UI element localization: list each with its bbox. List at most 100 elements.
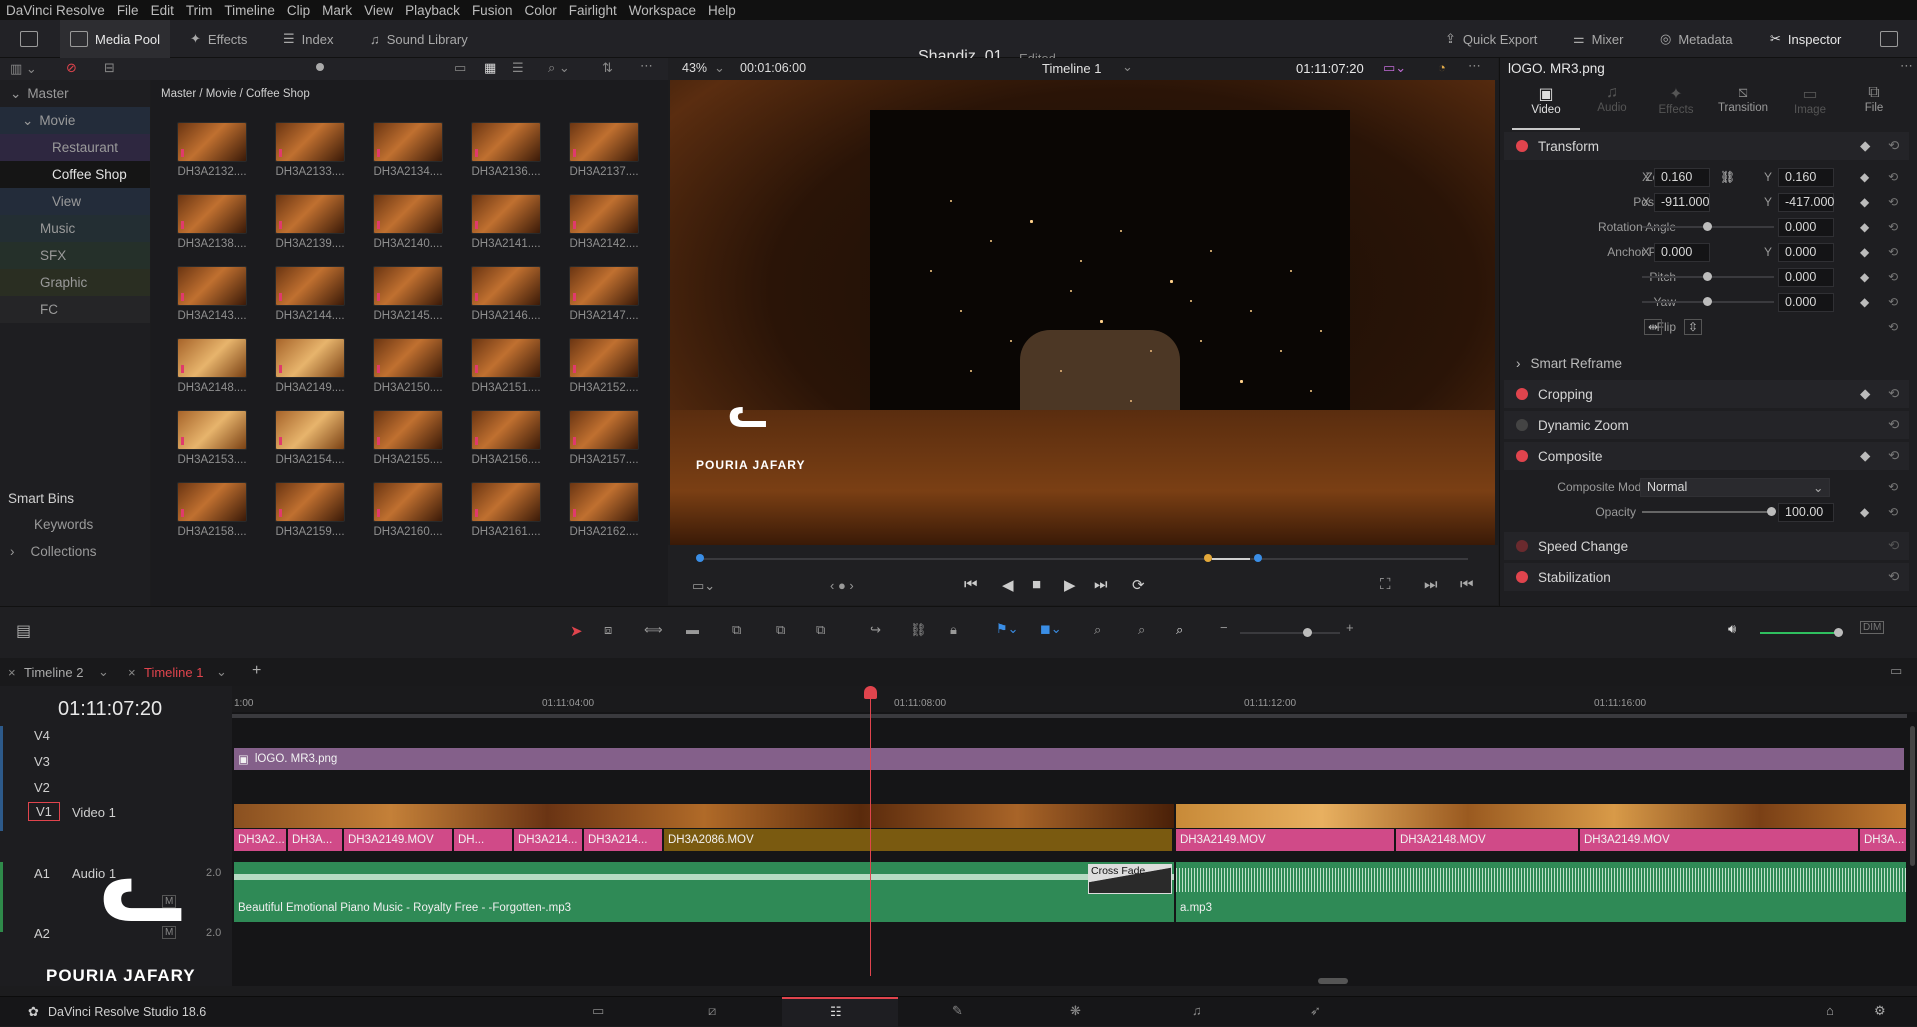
- chevron-down-icon[interactable]: ⌄: [216, 664, 227, 680]
- more-options-icon[interactable]: ⋯: [1468, 58, 1481, 74]
- composite-mode-select[interactable]: Normal ⌄: [1640, 477, 1830, 497]
- clip-thumbnail[interactable]: [471, 482, 541, 522]
- reset-icon[interactable]: ⟲: [1888, 245, 1898, 259]
- tab-timeline-2[interactable]: Timeline 2: [24, 665, 83, 680]
- bin-movie[interactable]: ⌄ Movie: [0, 107, 150, 134]
- clip-thumbnail[interactable]: [373, 338, 443, 378]
- keyframe-icon[interactable]: ◆: [1860, 505, 1869, 519]
- snapping-icon[interactable]: ↪: [870, 622, 881, 638]
- zoom-custom-icon[interactable]: ⌕: [1176, 622, 1183, 638]
- zoom-detail-icon[interactable]: ⌕: [1138, 622, 1145, 638]
- tab-transition[interactable]: ⧅ Transition: [1708, 84, 1778, 130]
- reset-icon[interactable]: ⟲: [1888, 386, 1899, 402]
- trim-tool-icon[interactable]: ⧈: [604, 622, 612, 638]
- v1-clip[interactable]: DH3A2149.MOV: [1580, 829, 1858, 851]
- reset-icon[interactable]: ⟲: [1888, 538, 1899, 554]
- v1-clip[interactable]: DH3A214...: [584, 829, 662, 851]
- menu-view[interactable]: View: [364, 3, 393, 18]
- insert-clip-icon[interactable]: ⧉: [732, 622, 741, 638]
- video-viewer[interactable]: POURIA JAFARY ᓚ: [670, 80, 1495, 545]
- reset-icon[interactable]: ⟲: [1888, 320, 1898, 334]
- v1-clip[interactable]: DH3A214...: [514, 829, 582, 851]
- clip-thumbnail[interactable]: [177, 194, 247, 234]
- bin-graphic[interactable]: Graphic: [0, 269, 150, 296]
- v1-clip[interactable]: DH3A...: [288, 829, 342, 851]
- cross-fade-transition[interactable]: Cross Fade: [1088, 864, 1172, 894]
- sidebar-toggle-icon[interactable]: ▥ ⌄: [10, 61, 37, 77]
- gear-icon[interactable]: ⚙: [1874, 1003, 1886, 1019]
- loop-icon[interactable]: ⟳: [1132, 576, 1145, 594]
- metadata-button[interactable]: ◎ Metadata: [1660, 20, 1733, 58]
- v1-clip[interactable]: DH3A2086.MOV: [664, 829, 1172, 851]
- clip-thumbnail[interactable]: [177, 122, 247, 162]
- list-view-icon[interactable]: ▭: [454, 60, 466, 76]
- bin-coffee-shop[interactable]: Coffee Shop: [0, 161, 150, 188]
- razor-tool-icon[interactable]: ▬: [686, 622, 699, 637]
- reset-icon[interactable]: ⟲: [1888, 195, 1898, 209]
- menu-mark[interactable]: Mark: [322, 3, 352, 18]
- zoom-out-icon[interactable]: −: [1220, 620, 1228, 635]
- reset-icon[interactable]: ⟲: [1888, 220, 1898, 234]
- speed-change-section[interactable]: Speed Change ⟲: [1504, 532, 1909, 560]
- replace-clip-icon[interactable]: ⧉: [816, 622, 825, 638]
- scrubber-bar[interactable]: [698, 558, 1468, 560]
- enable-toggle[interactable]: [1516, 388, 1528, 400]
- playhead[interactable]: [870, 686, 871, 976]
- audio-clip-2[interactable]: a.mp3: [1176, 862, 1906, 922]
- crop-icon[interactable]: ▭⌄: [692, 578, 715, 594]
- menu-timeline[interactable]: Timeline: [224, 3, 275, 18]
- jog-icon[interactable]: ‹ ● ›: [830, 578, 854, 593]
- search-icon[interactable]: ⌕ ⌄: [548, 60, 570, 76]
- reset-icon[interactable]: ⟲: [1888, 417, 1899, 433]
- media-page-icon[interactable]: ▭: [592, 1003, 604, 1019]
- link-icon[interactable]: ⛓: [910, 622, 927, 638]
- smart-bin-keywords[interactable]: Keywords: [0, 511, 150, 538]
- menu-edit[interactable]: Edit: [151, 3, 174, 18]
- v1-clip[interactable]: DH3A2148.MOV: [1396, 829, 1578, 851]
- rotation-field[interactable]: 0.000: [1778, 217, 1834, 237]
- reset-icon[interactable]: ⟲: [1888, 138, 1899, 154]
- v1-clip[interactable]: DH3A2149.MOV: [1176, 829, 1394, 851]
- detail-view-icon[interactable]: ☰: [512, 60, 524, 76]
- out-point-marker[interactable]: [1254, 554, 1262, 562]
- add-timeline-icon[interactable]: +: [252, 662, 261, 680]
- clip-thumbnail[interactable]: [275, 482, 345, 522]
- blade-edit-icon[interactable]: ⟺: [644, 622, 663, 638]
- bin-fc[interactable]: FC: [0, 296, 150, 323]
- effects-button[interactable]: ✦ Effects: [190, 20, 247, 58]
- playhead-marker[interactable]: [1204, 554, 1212, 562]
- fusion-page-icon[interactable]: ✎: [952, 1003, 963, 1019]
- viewer-zoom[interactable]: 43%: [682, 61, 707, 75]
- skip-start-icon[interactable]: ⏮: [964, 576, 978, 593]
- timeline-ruler[interactable]: 1:00 01:11:04:00 01:11:08:00 01:11:12:00…: [232, 686, 1917, 718]
- transform-section[interactable]: Transform ◆ ⟲: [1504, 132, 1909, 160]
- lock-icon[interactable]: 🔒︎: [950, 622, 957, 638]
- clip-thumbnail[interactable]: [471, 266, 541, 306]
- v3-logo-clip[interactable]: ▣ lOGO. MR3.png: [234, 748, 1904, 770]
- clip-thumbnail[interactable]: [177, 482, 247, 522]
- zoom-y-field[interactable]: 0.160: [1778, 167, 1834, 187]
- enable-toggle[interactable]: [1516, 571, 1528, 583]
- anchor-x-field[interactable]: 0.000: [1654, 242, 1710, 262]
- reset-icon[interactable]: ⟲: [1888, 569, 1899, 585]
- clip-thumbnail[interactable]: [275, 338, 345, 378]
- rotation-knob[interactable]: [1703, 222, 1712, 231]
- bin-view[interactable]: View: [0, 188, 150, 215]
- sort-icon[interactable]: ⇅: [602, 60, 613, 76]
- link-icon[interactable]: ⊘: [66, 60, 77, 76]
- overwrite-clip-icon[interactable]: ⧉: [776, 622, 785, 638]
- clip-thumbnail[interactable]: [569, 122, 639, 162]
- sound-library-button[interactable]: ♫ Sound Library: [370, 20, 468, 58]
- pitch-knob[interactable]: [1703, 272, 1712, 281]
- keyframe-icon[interactable]: ◆: [1860, 220, 1869, 234]
- tab-timeline-1[interactable]: Timeline 1: [144, 665, 203, 680]
- close-icon[interactable]: ×: [128, 665, 136, 680]
- display-icon[interactable]: ▭⌄: [1383, 60, 1406, 76]
- anchor-y-field[interactable]: 0.000: [1778, 242, 1834, 262]
- stop-icon[interactable]: ■: [1032, 576, 1041, 593]
- marker-icon[interactable]: ◼⌄: [1040, 621, 1062, 637]
- clip-thumbnail[interactable]: [373, 482, 443, 522]
- timeline-options-icon[interactable]: ▭: [1890, 663, 1902, 679]
- clip-thumbnail[interactable]: [471, 410, 541, 450]
- v1-clip[interactable]: DH3A...: [1860, 829, 1906, 851]
